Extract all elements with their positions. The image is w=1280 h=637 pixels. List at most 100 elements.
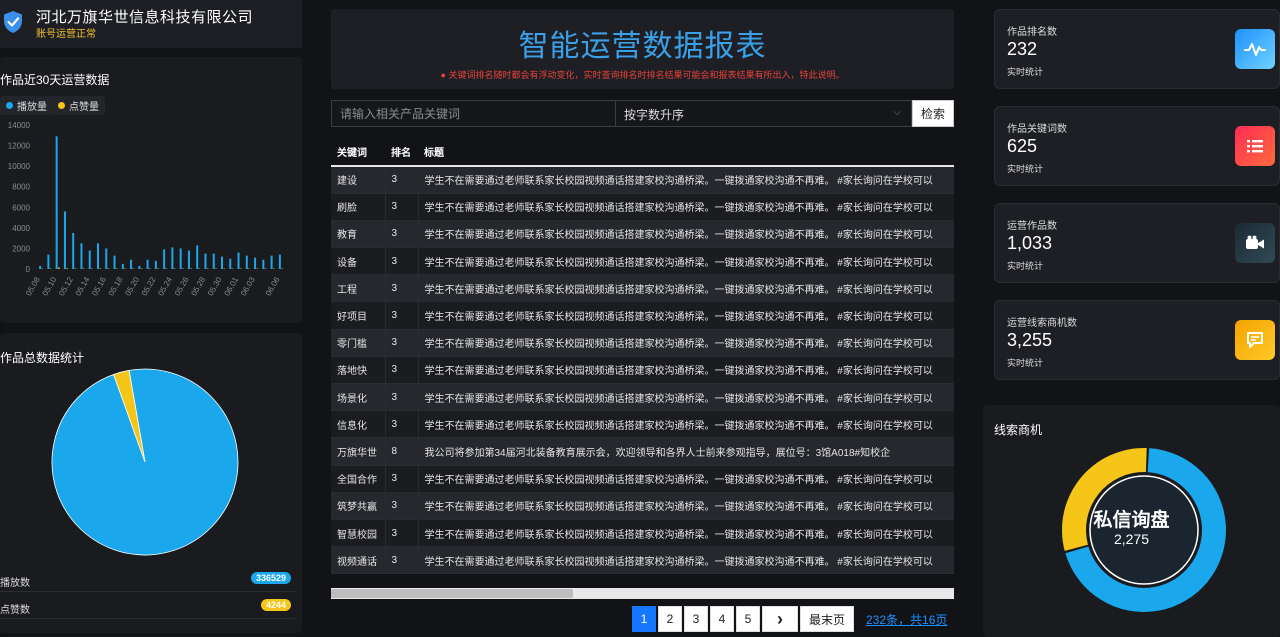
table-row[interactable]: 全国合作 3 学生不在需要通过老师联系家长校园视频通话搭建家校沟通桥梁。一键拨通家校… bbox=[331, 465, 954, 493]
table-row[interactable]: 信息化 3 学生不在需要通过老师联系家长校园视频通话搭建家校沟通桥梁。一键拨通家校沟… bbox=[331, 410, 954, 439]
table-row[interactable]: 工程 3 学生不在需要通过老师联系家长校园视频通话搭建家校沟通桥梁。一键拨通家校沟通… bbox=[331, 274, 954, 303]
page-3-button[interactable]: 3 bbox=[684, 606, 708, 632]
col-header-keyword[interactable]: 关键词 bbox=[331, 138, 385, 167]
bar-play[interactable] bbox=[187, 250, 190, 269]
page-4-button[interactable]: 4 bbox=[710, 606, 734, 632]
table-row[interactable]: 刷脸 3 学生不在需要通过老师联系家长校园视频通话搭建家校沟通桥梁。一键拨通家校沟通… bbox=[331, 193, 954, 221]
bar-play[interactable] bbox=[113, 255, 116, 269]
bar-play[interactable] bbox=[138, 265, 141, 269]
table-row[interactable]: 万旗华世 8 我公司将参加第34届河北装备教育展示会，欢迎领导和各界人士前来参观指导… bbox=[331, 437, 954, 466]
bar-like[interactable] bbox=[66, 268, 68, 269]
bar-play[interactable] bbox=[80, 243, 83, 269]
bar-like[interactable] bbox=[157, 268, 159, 270]
bar-like[interactable] bbox=[91, 268, 93, 270]
col-header-title[interactable]: 标题 bbox=[418, 138, 954, 167]
bar-like[interactable] bbox=[248, 268, 250, 270]
bar-play[interactable] bbox=[47, 254, 50, 269]
bar-like[interactable] bbox=[240, 268, 242, 270]
page-2-button[interactable]: 2 bbox=[658, 606, 682, 632]
bar-play[interactable] bbox=[262, 259, 265, 269]
bar-like[interactable] bbox=[273, 268, 275, 270]
legend-like[interactable]: 点赞量 bbox=[52, 96, 105, 115]
bar-play[interactable] bbox=[88, 250, 91, 269]
pagination-total[interactable]: 232条，共16页 bbox=[866, 611, 947, 628]
bar-like[interactable] bbox=[58, 267, 60, 269]
bar-like[interactable] bbox=[256, 268, 259, 270]
bar-like[interactable] bbox=[149, 268, 151, 270]
card-sub: 实时统计 bbox=[1007, 261, 1044, 271]
bar-play[interactable] bbox=[154, 260, 157, 269]
table-row[interactable]: 场景化 3 学生不在需要通过老师联系家长校园视频通话搭建家校沟通桥梁。一键拨通家校沟… bbox=[331, 383, 954, 412]
bar-play[interactable] bbox=[245, 255, 248, 269]
bar-like[interactable] bbox=[231, 268, 234, 270]
bar-like[interactable] bbox=[281, 268, 283, 270]
bar-play[interactable] bbox=[105, 248, 108, 269]
legend-play[interactable]: 播放量 bbox=[0, 96, 53, 115]
next-page-button[interactable]: › bbox=[762, 606, 798, 632]
col-header-rank[interactable]: 排名 bbox=[385, 138, 418, 167]
bar-play[interactable] bbox=[130, 259, 133, 269]
bar-play[interactable] bbox=[212, 253, 215, 269]
bar-play[interactable] bbox=[163, 249, 166, 269]
bar-play[interactable] bbox=[146, 259, 149, 269]
bar-like[interactable] bbox=[82, 268, 85, 270]
bar-like[interactable] bbox=[190, 268, 192, 270]
bar-play[interactable] bbox=[254, 257, 257, 269]
bar-play[interactable] bbox=[278, 254, 281, 269]
bar-play[interactable] bbox=[179, 248, 182, 269]
page-5-button[interactable]: 5 bbox=[736, 606, 760, 632]
bar-play[interactable] bbox=[97, 243, 99, 269]
table-row[interactable]: 视频通话 3 学生不在需要通过老师联系家长校园视频通话搭建家校沟通桥梁。一键拨通家校… bbox=[331, 546, 954, 575]
bar-play[interactable] bbox=[55, 136, 58, 269]
bar-like[interactable] bbox=[49, 268, 52, 270]
bar-play[interactable] bbox=[237, 252, 240, 269]
legend-like-dot bbox=[58, 102, 65, 109]
leads-panel-title: 线索商机 bbox=[994, 423, 1043, 437]
bar-like[interactable] bbox=[198, 268, 201, 270]
bar-play[interactable] bbox=[39, 265, 42, 269]
search-button[interactable]: 检索 bbox=[912, 100, 954, 127]
bar-like[interactable] bbox=[124, 268, 126, 270]
table-row[interactable]: 落地快 3 学生不在需要通过老师联系家长校园视频通话搭建家校沟通桥梁。一键拨通家校沟… bbox=[331, 356, 954, 385]
bar-like[interactable] bbox=[206, 268, 209, 270]
card-sub: 实时统计 bbox=[1007, 164, 1044, 174]
bar-like[interactable] bbox=[264, 268, 267, 270]
bar-like[interactable] bbox=[140, 268, 143, 270]
rank-cell: 8 bbox=[385, 437, 419, 466]
table-row[interactable]: 建设 3 学生不在需要通过老师联系家长校园视频通话搭建家校沟通桥梁。一键拨通家校沟通… bbox=[331, 166, 954, 194]
bar-like[interactable] bbox=[182, 268, 184, 270]
bar-like[interactable] bbox=[173, 268, 176, 270]
scrollbar-thumb[interactable] bbox=[331, 589, 573, 598]
table-row[interactable]: 零门槛 3 学生不在需要通过老师联系家长校园视频通话搭建家校沟通桥梁。一键拨通家校沟… bbox=[331, 329, 954, 357]
bar-play[interactable] bbox=[204, 253, 207, 269]
table-row[interactable]: 设备 3 学生不在需要通过老师联系家长校园视频通话搭建家校沟通桥梁。一键拨通家校沟通… bbox=[331, 247, 954, 276]
bar-like[interactable] bbox=[107, 268, 110, 270]
bar-like[interactable] bbox=[99, 268, 102, 270]
last-page-button[interactable]: 最末页 bbox=[800, 606, 854, 632]
horizontal-scrollbar[interactable] bbox=[331, 588, 954, 599]
table-row[interactable]: 好项目 3 学生不在需要通过老师联系家长校园视频通话搭建家校沟通桥梁。一键拨通家校沟… bbox=[331, 301, 954, 330]
table-row[interactable]: 教育 3 学生不在需要通过老师联系家长校园视频通话搭建家校沟通桥梁。一键拨通家校沟通… bbox=[331, 220, 954, 249]
bar-like[interactable] bbox=[132, 268, 135, 270]
bar-play[interactable] bbox=[221, 256, 223, 269]
table-row[interactable]: 智慧校园 3 学生不在需要通过老师联系家长校园视频通话搭建家校沟通桥梁。一键拨通家校… bbox=[331, 519, 954, 548]
page-1-button[interactable]: 1 bbox=[632, 606, 656, 632]
bar-like[interactable] bbox=[215, 268, 217, 270]
keyword-search-input[interactable] bbox=[331, 100, 616, 127]
rank-cell: 3 bbox=[385, 220, 419, 249]
bar-like[interactable] bbox=[116, 268, 118, 270]
bar-play[interactable] bbox=[171, 247, 174, 269]
sort-select[interactable]: 按字数升序 ⌵ bbox=[616, 100, 912, 127]
bar-like[interactable] bbox=[74, 268, 77, 269]
bar-play[interactable] bbox=[121, 263, 124, 269]
table-row[interactable]: 筑梦共赢 3 学生不在需要通过老师联系家长校园视频通话搭建家校沟通桥梁。一键拨通家校… bbox=[331, 492, 954, 520]
bar-play[interactable] bbox=[72, 233, 75, 269]
bar-like[interactable] bbox=[223, 268, 226, 270]
bar-play[interactable] bbox=[196, 245, 199, 269]
bar-play[interactable] bbox=[229, 258, 232, 269]
bar-like[interactable] bbox=[41, 268, 44, 270]
bar-like[interactable] bbox=[165, 268, 168, 270]
bar-play[interactable] bbox=[63, 211, 66, 269]
rank-cell: 3 bbox=[385, 546, 419, 575]
bar-play[interactable] bbox=[270, 255, 273, 269]
